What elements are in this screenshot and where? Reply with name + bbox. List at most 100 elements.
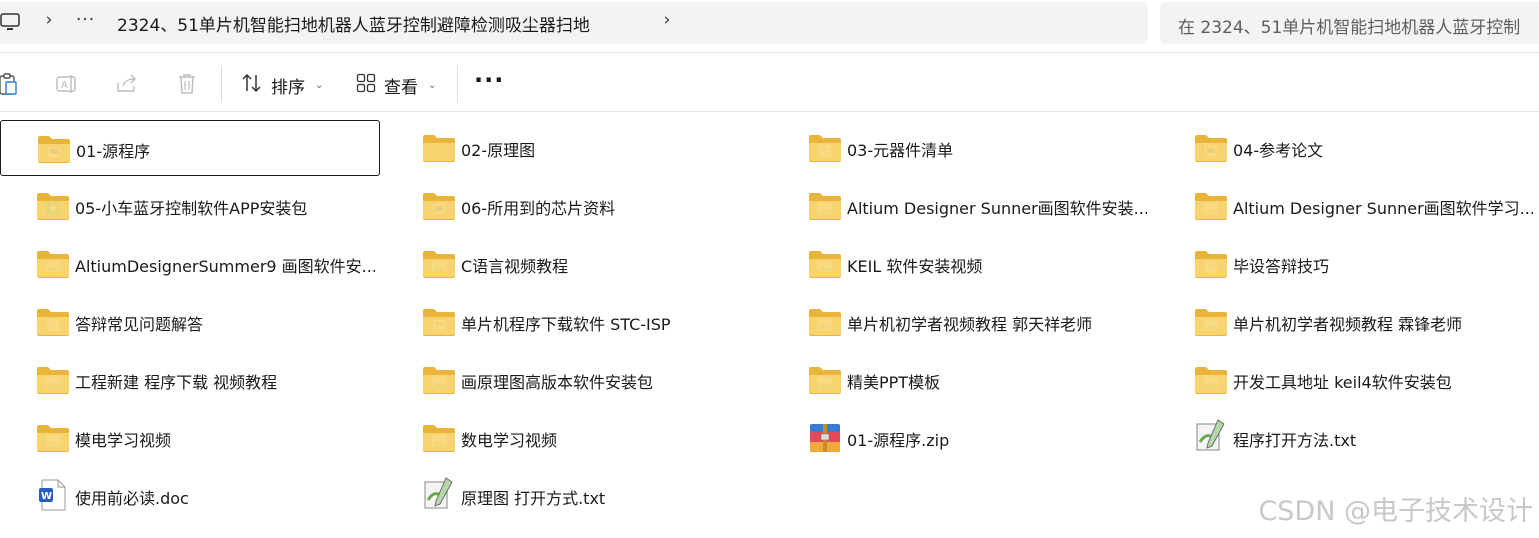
command-bar: A 排序 ⌄ 查看 ⌄ ··· (0, 58, 1539, 110)
item-name: 毕设答辩技巧 (1233, 257, 1330, 276)
address-bar-row: › ··· 2324、51单片机智能扫地机器人蓝牙控制避障检测吸尘器扫地 › 在… (0, 0, 1539, 50)
folder-item[interactable]: 画原理图高版本软件安装包 (386, 352, 766, 408)
item-name: 05-小车蓝牙控制软件APP安装包 (75, 199, 308, 218)
sort-icon (241, 73, 263, 98)
this-pc-icon[interactable] (0, 13, 20, 31)
folder-item[interactable]: 01-源程序 (0, 120, 380, 176)
folder-item[interactable]: 单片机程序下载软件 STC-ISP (386, 294, 766, 350)
folder-item[interactable]: Altium Designer Sunner画图软件学习... (1158, 178, 1538, 234)
item-name: 02-原理图 (461, 141, 536, 160)
word-document-icon: W (36, 478, 70, 511)
folder-item[interactable]: Altium Designer Sunner画图软件安装... (772, 178, 1152, 234)
folder-icon (36, 190, 70, 222)
folder-item[interactable]: 精美PPT模板 (772, 352, 1152, 408)
paste-icon[interactable] (0, 71, 20, 97)
folder-item[interactable]: 06-所用到的芯片资料 (386, 178, 766, 234)
file-item[interactable]: 程序打开方法.txt (1158, 410, 1538, 466)
folder-item[interactable]: 毕设答辩技巧 (1158, 236, 1538, 292)
sort-button[interactable]: 排序 ⌄ (241, 71, 323, 99)
svg-text:A: A (61, 80, 68, 91)
toolbar-divider (457, 66, 458, 102)
folder-item[interactable]: C语言视频教程 (386, 236, 766, 292)
item-name: 04-参考论文 (1233, 141, 1324, 160)
folder-icon (36, 364, 70, 396)
folder-item[interactable]: 工程新建 程序下载 视频教程 (0, 352, 380, 408)
item-name: 01-源程序.zip (847, 431, 950, 450)
item-name: 程序打开方法.txt (1233, 431, 1357, 450)
item-name: AltiumDesignerSummer9 画图软件安... (75, 257, 375, 276)
folder-icon (422, 306, 456, 338)
item-name: C语言视频教程 (461, 257, 569, 276)
file-item[interactable]: W 使用前必读.doc (0, 468, 380, 524)
view-button[interactable]: 查看 ⌄ (356, 71, 436, 99)
share-icon[interactable] (114, 71, 140, 97)
folder-item[interactable]: 数电学习视频 (386, 410, 766, 466)
delete-icon[interactable] (174, 71, 200, 97)
folder-icon (1194, 190, 1228, 222)
item-name: 模电学习视频 (75, 431, 172, 450)
folder-item[interactable]: KEIL 软件安装视频 (772, 236, 1152, 292)
sort-label: 排序 (271, 77, 305, 98)
item-name: KEIL 软件安装视频 (847, 257, 983, 276)
folder-item[interactable]: 答辩常见问题解答 (0, 294, 380, 350)
folder-icon (1194, 306, 1228, 338)
item-name: 单片机初学者视频教程 郭天祥老师 (847, 315, 1093, 334)
folder-item[interactable]: 开发工具地址 keil4软件安装包 (1158, 352, 1538, 408)
folder-item[interactable]: 单片机初学者视频教程 郭天祥老师 (772, 294, 1152, 350)
item-name: 单片机程序下载软件 STC-ISP (461, 315, 671, 334)
folder-icon (808, 306, 842, 338)
item-name: Altium Designer Sunner画图软件安装... (847, 199, 1147, 218)
view-label: 查看 (384, 77, 418, 98)
item-name: 01-源程序 (76, 142, 151, 161)
toolbar-divider (221, 66, 222, 102)
folder-icon (1194, 248, 1228, 280)
folder-item[interactable]: 05-小车蓝牙控制软件APP安装包 (0, 178, 380, 234)
folder-icon (422, 132, 456, 164)
item-name: Altium Designer Sunner画图软件学习... (1233, 199, 1533, 218)
folder-icon (37, 133, 71, 165)
rename-icon[interactable]: A (54, 71, 80, 97)
item-name: 使用前必读.doc (75, 489, 189, 508)
folder-item[interactable]: 02-原理图 (386, 120, 766, 176)
folder-icon (1194, 364, 1228, 396)
chevron-down-icon: ⌄ (428, 79, 437, 91)
folder-icon (36, 248, 70, 280)
folder-icon (1194, 132, 1228, 164)
folder-item[interactable]: 单片机初学者视频教程 霖锋老师 (1158, 294, 1538, 350)
item-name: 答辩常见问题解答 (75, 315, 204, 334)
breadcrumb-overflow-button[interactable]: ··· (76, 10, 95, 30)
item-name: 03-元器件清单 (847, 141, 954, 160)
folder-icon (422, 422, 456, 454)
file-item[interactable]: 01-源程序.zip (772, 410, 1152, 466)
item-name: 单片机初学者视频教程 霖锋老师 (1233, 315, 1463, 334)
folder-icon (808, 364, 842, 396)
divider (0, 52, 1539, 53)
folder-item[interactable]: AltiumDesignerSummer9 画图软件安... (0, 236, 380, 292)
folder-icon (36, 422, 70, 454)
text-file-icon (422, 476, 456, 509)
item-name: 原理图 打开方式.txt (461, 489, 606, 508)
folder-item[interactable]: 04-参考论文 (1158, 120, 1538, 176)
item-name: 画原理图高版本软件安装包 (461, 373, 654, 392)
svg-text:W: W (41, 491, 52, 502)
folder-icon (808, 190, 842, 222)
file-item[interactable]: 原理图 打开方式.txt (386, 468, 766, 524)
breadcrumb-current-folder[interactable]: 2324、51单片机智能扫地机器人蓝牙控制避障检测吸尘器扫地 (117, 11, 590, 36)
chevron-down-icon: ⌄ (315, 79, 324, 91)
search-box[interactable]: 在 2324、51单片机智能扫地机器人蓝牙控制 (1160, 2, 1539, 44)
folder-item[interactable]: 模电学习视频 (0, 410, 380, 466)
folder-item[interactable]: 03-元器件清单 (772, 120, 1152, 176)
item-name: 数电学习视频 (461, 431, 558, 450)
more-options-button[interactable]: ··· (474, 66, 504, 94)
text-file-icon (1194, 418, 1228, 451)
divider (0, 111, 1539, 112)
breadcrumb-chevron-icon[interactable]: › (42, 10, 56, 30)
folder-icon (808, 248, 842, 280)
view-grid-icon (356, 73, 376, 98)
watermark: CSDN @电子技术设计 (1258, 496, 1533, 527)
item-name: 工程新建 程序下载 视频教程 (75, 373, 278, 392)
folder-icon (422, 364, 456, 396)
item-name: 06-所用到的芯片资料 (461, 199, 616, 218)
breadcrumb-chevron-icon[interactable]: › (660, 10, 674, 30)
item-name: 精美PPT模板 (847, 373, 941, 392)
